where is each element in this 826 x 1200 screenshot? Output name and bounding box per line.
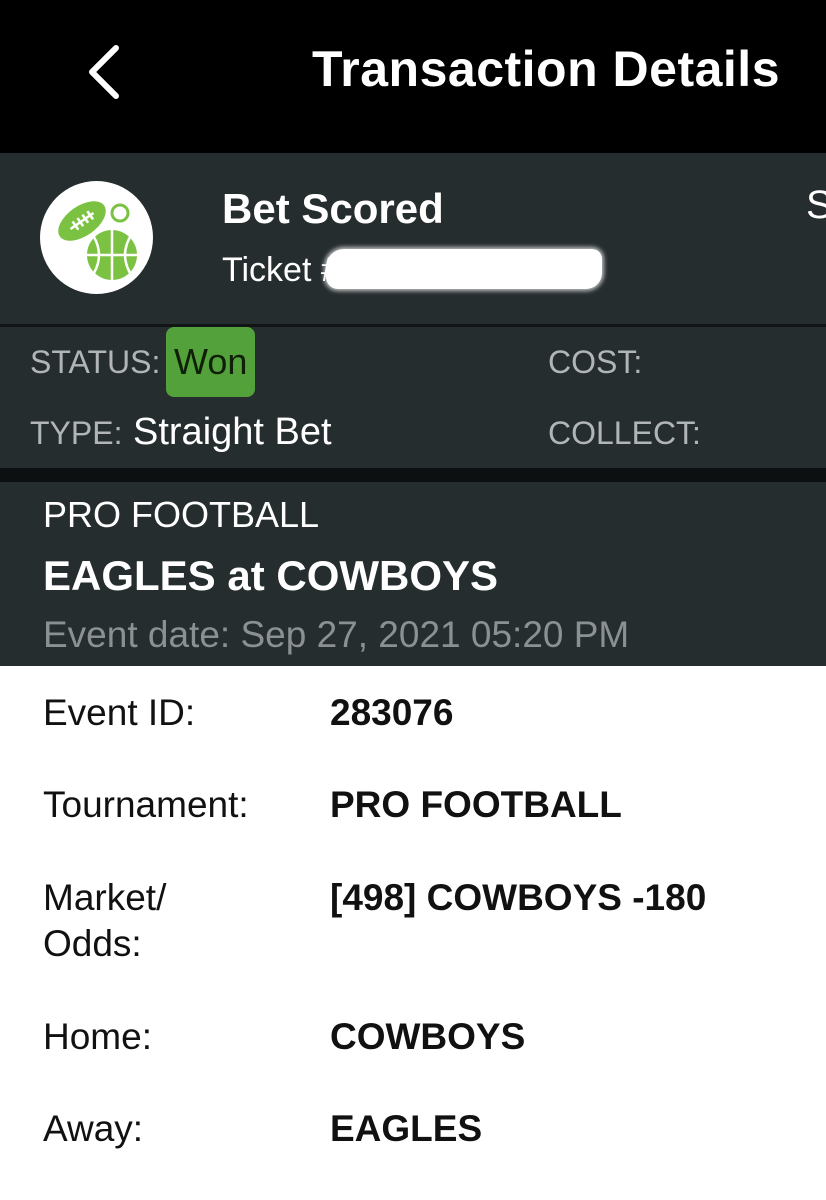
ticket-label: Ticket # <box>222 251 340 289</box>
bet-header: Bet Scored Ticket # S <box>0 153 826 324</box>
status-badge: Won <box>166 327 256 397</box>
matchup-title: EAGLES at COWBOYS <box>43 552 499 599</box>
away-value: EAGLES <box>330 1108 483 1149</box>
home-label: Home: <box>43 1016 152 1057</box>
chevron-left-icon <box>89 45 119 99</box>
market-odds-label: Market/ Odds: <box>43 877 167 964</box>
sport-logo <box>40 181 153 294</box>
football-basketball-icon <box>58 201 137 280</box>
cost-label: COST: <box>548 344 643 380</box>
market-odds-value: [498] COWBOYS -180 <box>330 877 707 918</box>
event-id-label: Event ID: <box>43 692 196 733</box>
away-label: Away: <box>43 1108 144 1149</box>
status-panel: STATUS: Won COST: TYPE: Straight Bet COL… <box>0 327 826 468</box>
status-label: STATUS: <box>30 344 161 380</box>
event-panel: PRO FOOTBALL EAGLES at COWBOYS Event dat… <box>0 482 826 666</box>
divider <box>0 468 826 482</box>
tournament-value: PRO FOOTBALL <box>330 784 622 825</box>
event-id-value: 283076 <box>330 692 454 733</box>
top-app-bar: Transaction Details <box>0 0 826 153</box>
redacted-ticket-number <box>326 249 602 289</box>
details-list: Event ID: 283076 Tournament: PRO FOOTBAL… <box>0 666 826 1200</box>
tournament-label: Tournament: <box>43 784 249 825</box>
truncated-text: S <box>806 183 826 227</box>
back-button[interactable] <box>72 36 136 108</box>
type-label: TYPE: <box>30 415 123 451</box>
page-title: Transaction Details <box>312 41 780 97</box>
type-value: Straight Bet <box>133 411 332 453</box>
bet-title: Bet Scored <box>222 185 444 232</box>
sport-name: PRO FOOTBALL <box>43 494 320 535</box>
home-value: COWBOYS <box>330 1016 526 1057</box>
event-date: Event date: Sep 27, 2021 05:20 PM <box>43 614 630 655</box>
collect-label: COLLECT: <box>548 415 701 451</box>
